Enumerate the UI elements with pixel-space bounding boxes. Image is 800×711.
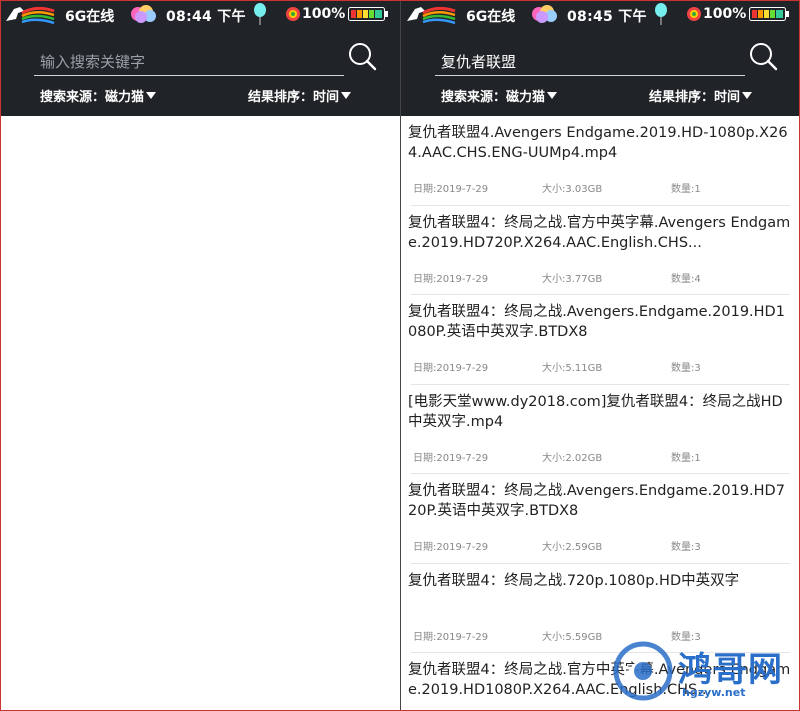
result-title: [电影天堂www.dy2018.com]复仇者联盟4：终局之战HD中英双字.mp… bbox=[408, 393, 783, 430]
result-item[interactable]: [电影天堂www.dy2018.com]复仇者联盟4：终局之战HD中英双字.mp… bbox=[401, 385, 800, 474]
search-icon bbox=[349, 43, 377, 71]
result-date: 日期:2019-7-29 bbox=[413, 631, 489, 643]
sort-label: 结果排序：时间 bbox=[649, 90, 741, 105]
result-size: 大小:5.11GB bbox=[542, 363, 603, 374]
result-count: 数量:3 bbox=[671, 363, 701, 374]
battery-icon bbox=[749, 7, 789, 21]
horse-logo-icon bbox=[407, 6, 456, 25]
result-count: 数量:1 bbox=[671, 452, 701, 464]
search-bar bbox=[0, 40, 400, 80]
search-input[interactable] bbox=[34, 48, 344, 76]
result-meta: 日期:2019-7-29 大小:2.02GB 数量:1 bbox=[413, 449, 793, 464]
site-watermark: 鸿哥网 hgzyw.net bbox=[612, 640, 797, 710]
balloon-icon bbox=[655, 3, 667, 25]
network-status: 6G在线 bbox=[466, 9, 516, 25]
result-date: 日期:2019-7-29 bbox=[413, 363, 489, 374]
result-title: 复仇者联盟4.Avengers Endgame.2019.HD-1080p.X2… bbox=[408, 125, 788, 161]
result-item[interactable]: 复仇者联盟4：终局之战.Avengers.Endgame.2019.HD720P… bbox=[401, 474, 800, 564]
source-label: 搜索来源：磁力猫 bbox=[441, 90, 546, 105]
balloon-icon bbox=[254, 3, 266, 25]
result-count: 数量:3 bbox=[671, 542, 701, 553]
battery-percent: 100% bbox=[703, 6, 747, 22]
result-item[interactable]: 复仇者联盟4.Avengers Endgame.2019.HD-1080p.X2… bbox=[401, 116, 800, 206]
network-status: 6G在线 bbox=[65, 9, 115, 25]
caret-down-icon bbox=[742, 92, 753, 99]
status-bar: 6G在线 08:44 下午 100% bbox=[0, 0, 400, 28]
result-date: 日期:2019-7-29 bbox=[413, 184, 489, 195]
horse-logo-icon bbox=[6, 6, 55, 25]
result-count: 数量:4 bbox=[671, 273, 701, 285]
result-size: 大小:3.03GB bbox=[542, 184, 603, 195]
result-size: 大小:5.59GB bbox=[542, 631, 603, 643]
search-button[interactable] bbox=[747, 40, 779, 72]
caret-down-icon bbox=[341, 92, 352, 99]
weather-icon bbox=[532, 5, 557, 23]
result-meta: 日期:2019-7-29 大小:5.11GB 数量:3 bbox=[413, 359, 793, 374]
source-dropdown[interactable]: 搜索来源：磁力猫 bbox=[441, 86, 558, 105]
search-options: 搜索来源：磁力猫 结果排序：时间 bbox=[0, 86, 400, 106]
result-title: 复仇者联盟4：终局之战.Avengers.Endgame.2019.HD720P… bbox=[408, 483, 785, 519]
result-title: 复仇者联盟4：终局之战.720p.1080p.HD中英双字 bbox=[408, 572, 740, 589]
result-meta: 日期:2019-7-29 大小:3.03GB 数量:1 bbox=[413, 180, 793, 195]
result-size: 大小:2.02GB bbox=[542, 452, 603, 464]
battery-icon bbox=[348, 7, 388, 21]
weather-icon bbox=[131, 5, 156, 23]
left-screen: 6G在线 08:44 下午 100% 输入搜索关键字 搜索来源：磁力猫 结果排序… bbox=[0, 0, 400, 711]
watermark-logo-icon bbox=[613, 641, 673, 701]
result-size: 大小:3.77GB bbox=[542, 273, 603, 285]
result-item[interactable]: 复仇者联盟4：终局之战.Avengers.Endgame.2019.HD1080… bbox=[401, 295, 800, 385]
result-title: 复仇者联盟4：终局之战.官方中英字幕.Avengers Endgame.2019… bbox=[408, 214, 791, 251]
search-button[interactable] bbox=[346, 40, 378, 72]
clock: 08:44 下午 bbox=[166, 9, 246, 25]
result-date: 日期:2019-7-29 bbox=[413, 542, 489, 553]
result-meta: 日期:2019-7-29 大小:3.77GB 数量:4 bbox=[413, 270, 793, 285]
result-date: 日期:2019-7-29 bbox=[413, 273, 489, 285]
app-header: 6G在线 08:45 下午 100% 复仇者联盟 搜索来源：磁力猫 结果排序：时… bbox=[401, 0, 800, 116]
target-icon bbox=[286, 7, 300, 21]
watermark-text: 鸿哥网 bbox=[678, 650, 783, 690]
result-date: 日期:2019-7-29 bbox=[413, 452, 489, 464]
result-meta: 日期:2019-7-29 大小:2.59GB 数量:3 bbox=[413, 538, 793, 553]
search-input[interactable] bbox=[435, 48, 745, 76]
search-options: 搜索来源：磁力猫 结果排序：时间 bbox=[401, 86, 800, 106]
result-size: 大小:2.59GB bbox=[542, 542, 603, 553]
search-icon bbox=[750, 43, 778, 71]
clock: 08:45 下午 bbox=[567, 9, 647, 25]
results-list: 复仇者联盟4.Avengers Endgame.2019.HD-1080p.X2… bbox=[401, 116, 800, 711]
battery-percent: 100% bbox=[302, 6, 346, 22]
caret-down-icon bbox=[146, 92, 157, 99]
status-bar: 6G在线 08:45 下午 100% bbox=[401, 0, 800, 28]
target-icon bbox=[687, 7, 701, 21]
right-screen: 6G在线 08:45 下午 100% 复仇者联盟 搜索来源：磁力猫 结果排序：时… bbox=[400, 0, 800, 711]
sort-label: 结果排序：时间 bbox=[248, 90, 340, 105]
search-bar bbox=[401, 40, 800, 80]
app-header: 6G在线 08:44 下午 100% 输入搜索关键字 搜索来源：磁力猫 结果排序… bbox=[0, 0, 400, 116]
result-title: 复仇者联盟4：终局之战.Avengers.Endgame.2019.HD1080… bbox=[408, 304, 785, 340]
source-dropdown[interactable]: 搜索来源：磁力猫 bbox=[40, 86, 157, 105]
source-label: 搜索来源：磁力猫 bbox=[40, 90, 145, 105]
sort-dropdown[interactable]: 结果排序：时间 bbox=[649, 86, 753, 105]
watermark-url: hgzyw.net bbox=[682, 686, 746, 699]
sort-dropdown[interactable]: 结果排序：时间 bbox=[248, 86, 352, 105]
result-count: 数量:1 bbox=[671, 184, 701, 195]
caret-down-icon bbox=[547, 92, 558, 99]
result-item[interactable]: 复仇者联盟4：终局之战.官方中英字幕.Avengers Endgame.2019… bbox=[401, 206, 800, 295]
